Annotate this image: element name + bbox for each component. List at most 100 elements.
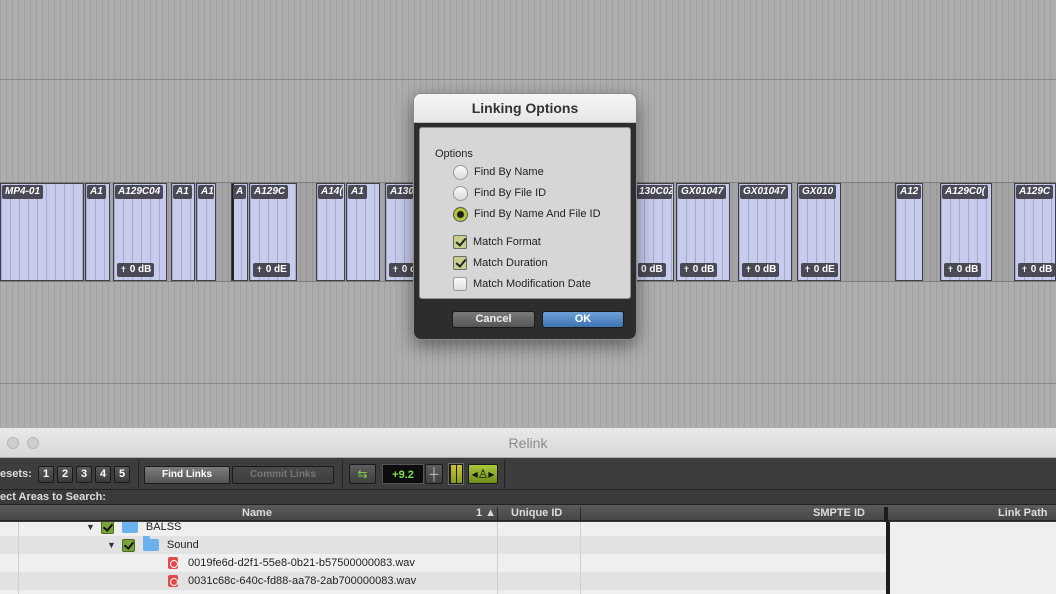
column-divider[interactable] (497, 507, 498, 522)
list-item[interactable] (0, 590, 886, 594)
commit-links-button[interactable]: Commit Links (232, 466, 334, 484)
radio-find-by-file-id[interactable]: Find By File ID (453, 185, 546, 201)
cancel-button[interactable]: Cancel (452, 311, 535, 328)
clip-name: A129C04 (115, 185, 164, 199)
loop-playback-icon[interactable]: ⇆ (349, 464, 376, 484)
checkbox[interactable] (453, 277, 467, 291)
tree-label: 0019fe6d-d2f1-55e8-0b21-b57500000083.wav (188, 557, 415, 569)
options-panel: Options Find By Name Find By File ID Fin… (419, 127, 631, 299)
radio-find-by-name-and-file-id[interactable]: Find By Name And File ID (453, 206, 601, 222)
clip-name: GX010 (799, 185, 837, 199)
gain-icon: ✝ (120, 265, 127, 274)
volume-slider-icon[interactable]: ┼ (425, 464, 443, 484)
audio-clip[interactable]: GX010 ✝ 0 dE (797, 183, 841, 281)
audio-clip[interactable]: A1 (85, 183, 110, 281)
relink-file-list: ▼ BALSS ▼ Sound 0019fe6d-d2f1-55e8-0b21-… (0, 522, 886, 594)
pane-divider[interactable] (884, 507, 888, 522)
radio-find-by-name[interactable]: Find By Name (453, 164, 544, 180)
metronome-icon[interactable]: ◂♙▸ (468, 464, 498, 484)
radio-button-selected[interactable] (453, 206, 468, 222)
clip-gain: ✝ 0 dE (253, 263, 290, 277)
linking-options-dialog: Linking Options Options Find By Name Fin… (413, 93, 637, 340)
column-divider[interactable] (580, 507, 581, 522)
find-links-button[interactable]: Find Links (144, 466, 230, 484)
ok-button[interactable]: OK (542, 311, 624, 328)
list-item[interactable]: 0019fe6d-d2f1-55e8-0b21-b57500000083.wav (0, 554, 886, 572)
gain-icon: ✝ (745, 265, 752, 274)
tree-folder-balss[interactable]: ▼ BALSS (86, 522, 181, 535)
audio-clip[interactable]: A129C0( ✝ 0 dB (940, 183, 992, 281)
audio-clip[interactable]: A14( (316, 183, 345, 281)
audio-file-icon (168, 575, 178, 587)
tree-folder-sound[interactable]: ▼ Sound (107, 536, 199, 553)
expand-arrow-icon[interactable]: ▼ (86, 522, 95, 532)
audio-clip[interactable]: A129C ✝ 0 dE (249, 183, 297, 281)
checkbox-match-modification-date[interactable]: Match Modification Date (453, 276, 591, 292)
radio-label: Find By Name And File ID (474, 208, 601, 220)
clip-name: GX01047 (740, 185, 789, 199)
audio-clip[interactable]: A1 (346, 183, 380, 281)
list-item[interactable]: ▼ Sound (0, 536, 886, 554)
column-name[interactable]: Name (242, 507, 272, 519)
list-item[interactable]: 0031c68c-640c-fd88-aa78-2ab700000083.wav (0, 572, 886, 590)
clip-name: A129C0( (942, 185, 989, 199)
toolbar-divider (342, 460, 343, 488)
expand-arrow-icon[interactable]: ▼ (107, 540, 116, 550)
checkbox[interactable] (453, 235, 467, 249)
dialog-body: Options Find By Name Find By File ID Fin… (414, 123, 636, 339)
tree-label: Sound (166, 539, 199, 551)
clip-gain: ✝ 0 dB (117, 263, 155, 277)
audio-clip[interactable]: MP4-01 (0, 183, 84, 281)
clip-gain: 0 dB (638, 263, 666, 277)
folder-icon (142, 536, 159, 551)
checkbox-match-duration[interactable]: Match Duration (453, 255, 548, 271)
audio-clip[interactable]: GX01047 ✝ 0 dB (738, 183, 792, 281)
clip-name: A14( (318, 185, 343, 199)
clip-gain: ✝ 0 dB (944, 263, 982, 277)
clip-gain: ✝ 0 dB (1018, 263, 1055, 277)
column-smpte-id[interactable]: SMPTE ID (813, 507, 865, 519)
column-link-path[interactable]: Link Path (998, 507, 1048, 519)
clip-name: 130C0Z (636, 185, 672, 199)
radio-button[interactable] (453, 164, 468, 180)
audio-clip[interactable]: A129C04 ✝ 0 dB (113, 183, 167, 281)
link-path-pane (886, 522, 1056, 594)
preset-5-button[interactable]: 5 (114, 466, 130, 483)
gain-icon: ✝ (256, 265, 263, 274)
column-header: Name 1 ▲ Unique ID SMPTE ID Link Path (0, 504, 1056, 522)
preset-1-button[interactable]: 1 (38, 466, 54, 483)
preset-4-button[interactable]: 4 (95, 466, 111, 483)
clip-name: A1 (198, 185, 214, 199)
audio-clip[interactable]: A1 (171, 183, 195, 281)
audio-clip[interactable]: A129C ✝ 0 dB (1014, 183, 1056, 281)
audio-clip[interactable]: A1 (196, 183, 216, 281)
tree-label: 0031c68c-640c-fd88-aa78-2ab700000083.wav (188, 575, 417, 587)
clip-gain: ✝ 0 dB (680, 263, 718, 277)
clip-gain: ✝ 0 dE (801, 263, 838, 277)
audio-clip[interactable]: A12 (895, 183, 923, 281)
clip-name: A129C (251, 185, 289, 199)
gain-icon: ✝ (683, 265, 690, 274)
checkbox[interactable] (121, 538, 135, 552)
tree-file[interactable]: 0019fe6d-d2f1-55e8-0b21-b57500000083.wav (168, 555, 415, 571)
audio-clip[interactable]: A130 ✝ 0 d (385, 183, 415, 281)
checkbox-match-format[interactable]: Match Format (453, 234, 541, 250)
checkbox[interactable] (100, 522, 114, 534)
select-areas-label: ect Areas to Search: (0, 490, 1056, 504)
audio-file-icon (168, 557, 178, 569)
tree-file[interactable]: 0031c68c-640c-fd88-aa78-2ab700000083.wav (168, 573, 416, 589)
preset-2-button[interactable]: 2 (57, 466, 73, 483)
column-unique-id[interactable]: Unique ID (511, 507, 562, 519)
audio-clip[interactable]: A (231, 183, 248, 281)
clip-name: A130 (387, 185, 413, 199)
sort-indicator[interactable]: 1 ▲ (476, 507, 496, 519)
radio-button[interactable] (453, 185, 468, 201)
list-item[interactable]: ▼ BALSS (0, 522, 886, 536)
gain-icon: ✝ (804, 265, 811, 274)
audio-clip[interactable]: 130C0Z 0 dB (634, 183, 674, 281)
clip-name: A129C (1016, 185, 1054, 199)
checkbox[interactable] (453, 256, 467, 270)
clip-name: GX01047 (678, 185, 727, 199)
preset-3-button[interactable]: 3 (76, 466, 92, 483)
audio-clip[interactable]: GX01047 ✝ 0 dB (676, 183, 730, 281)
